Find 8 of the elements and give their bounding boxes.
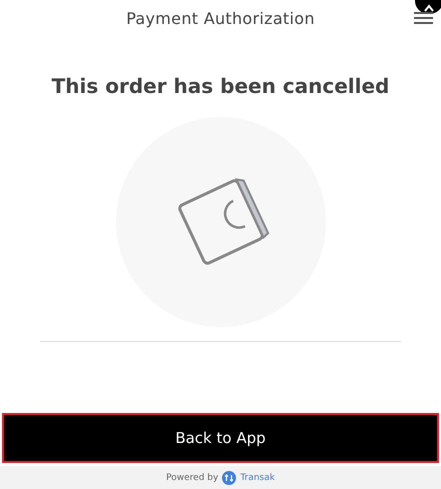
header-title: Payment Authorization: [126, 8, 315, 28]
close-icon: [424, 4, 434, 12]
back-to-app-button[interactable]: Back to App: [2, 413, 439, 463]
brand-logo-icon: [222, 470, 236, 484]
brand-name[interactable]: Transak: [240, 472, 275, 482]
powered-by-text: Powered by: [166, 472, 218, 482]
menu-icon[interactable]: [414, 11, 433, 25]
status-message: This order has been cancelled: [52, 74, 390, 98]
